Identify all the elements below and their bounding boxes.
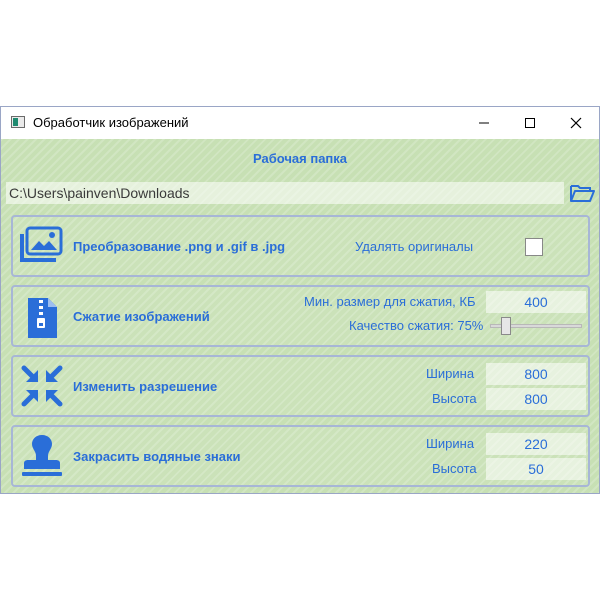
delete-originals-label: Удалять оригиналы <box>355 239 474 254</box>
convert-panel: Преобразование .png и .gif в .jpg Удалят… <box>11 215 590 277</box>
resize-height-label: Высота <box>432 391 477 406</box>
maximize-icon <box>525 118 535 128</box>
watermark-height-label: Высота <box>432 461 477 476</box>
app-icon <box>11 116 25 128</box>
zip-file-icon <box>19 295 65 341</box>
close-button[interactable] <box>553 107 599 139</box>
maximize-button[interactable] <box>507 107 553 139</box>
resize-title: Изменить разрешение <box>73 379 218 394</box>
compress-panel: Сжатие изображений Мин. размер для сжати… <box>11 285 590 347</box>
folder-open-icon <box>570 185 595 202</box>
min-size-label: Мин. размер для сжатия, КБ <box>304 294 476 309</box>
main-content: Рабочая папка Преобразование .png и .gif… <box>1 139 599 493</box>
watermark-panel: Закрасить водяные знаки Ширина 220 Высот… <box>11 425 590 487</box>
quality-slider-thumb[interactable] <box>500 317 511 335</box>
watermark-height-input[interactable]: 50 <box>486 458 586 480</box>
quality-label: Качество сжатия: 75% <box>349 318 484 333</box>
working-folder-label: Рабочая папка <box>252 151 348 166</box>
watermark-width-input[interactable]: 220 <box>486 433 586 455</box>
compress-arrows-icon <box>19 363 65 409</box>
min-size-input[interactable]: 400 <box>486 291 586 313</box>
convert-title: Преобразование .png и .gif в .jpg <box>73 239 286 254</box>
stamp-icon <box>19 433 65 479</box>
minimize-icon <box>479 122 489 124</box>
folder-path-input[interactable] <box>6 182 564 204</box>
app-window: Обработчик изображений Рабочая папка C:\… <box>0 106 600 494</box>
delete-originals-checkbox[interactable] <box>525 238 543 256</box>
images-icon <box>19 223 65 269</box>
title-bar[interactable]: Обработчик изображений <box>1 107 599 139</box>
watermark-title: Закрасить водяные знаки <box>73 449 241 464</box>
resize-height-input[interactable]: 800 <box>486 388 586 410</box>
resize-width-input[interactable]: 800 <box>486 363 586 385</box>
browse-folder-button[interactable] <box>568 182 596 204</box>
window-title: Обработчик изображений <box>33 115 189 130</box>
resize-width-label: Ширина <box>426 366 475 381</box>
watermark-width-label: Ширина <box>426 436 475 451</box>
minimize-button[interactable] <box>461 107 507 139</box>
compress-title: Сжатие изображений <box>73 309 210 324</box>
resize-panel: Изменить разрешение Ширина 800 Высота 80… <box>11 355 590 417</box>
close-icon <box>570 117 582 129</box>
